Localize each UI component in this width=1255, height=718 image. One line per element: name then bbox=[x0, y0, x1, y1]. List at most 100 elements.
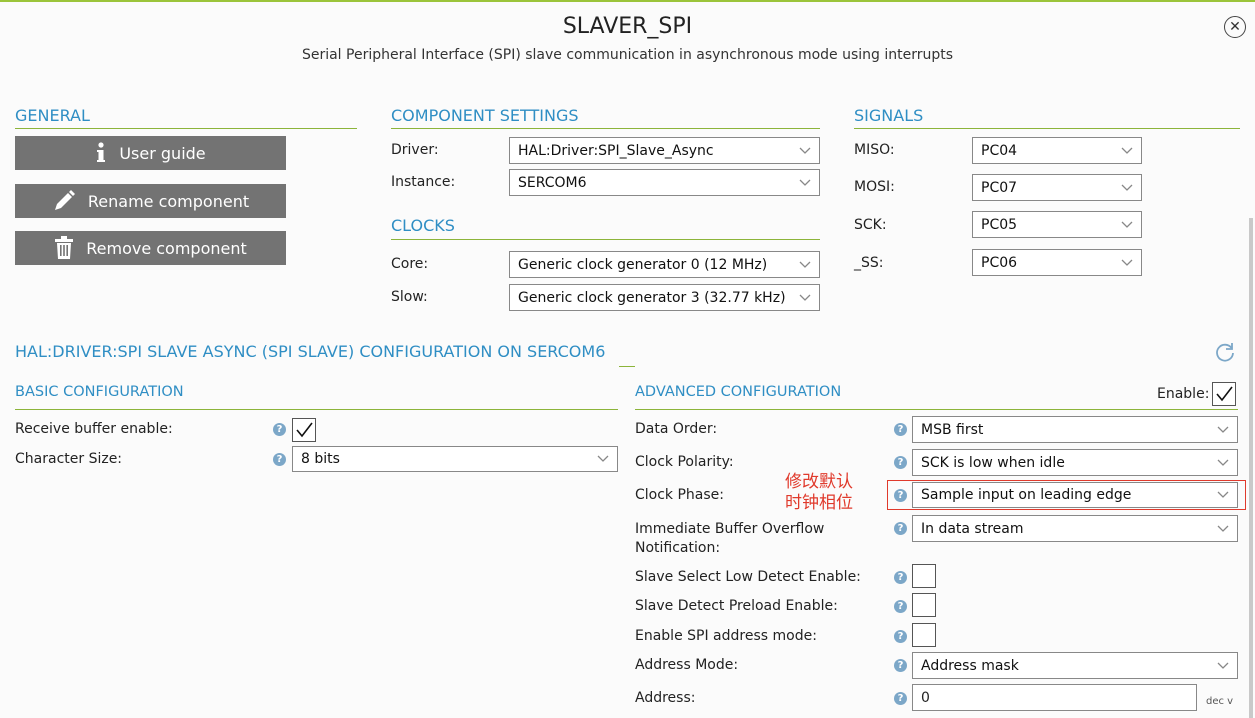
component-settings-heading: COMPONENT SETTINGS bbox=[391, 106, 579, 125]
help-icon[interactable]: ? bbox=[894, 423, 907, 436]
chevron-down-icon bbox=[1217, 459, 1229, 466]
clocks-divider bbox=[391, 239, 820, 240]
advanced-enable-label: Enable: bbox=[1157, 386, 1210, 402]
basic-configuration-heading: BASIC CONFIGURATION bbox=[15, 384, 184, 400]
chevron-down-icon bbox=[799, 294, 811, 301]
signals-heading: SIGNALS bbox=[854, 106, 924, 125]
chevron-down-icon bbox=[1121, 184, 1133, 191]
receive-buffer-label: Receive buffer enable: bbox=[15, 421, 173, 437]
ss-low-detect-label: Slave Select Low Detect Enable: bbox=[635, 569, 861, 585]
address-label: Address: bbox=[635, 690, 696, 706]
help-icon[interactable]: ? bbox=[894, 522, 907, 535]
signal-select-mosi[interactable]: PC07 bbox=[972, 174, 1142, 201]
help-icon[interactable]: ? bbox=[894, 659, 907, 672]
chevron-down-icon bbox=[1121, 259, 1133, 266]
clock-polarity-label: Clock Polarity: bbox=[635, 454, 734, 470]
page-subtitle: Serial Peripheral Interface (SPI) slave … bbox=[301, 47, 954, 63]
address-unit-select[interactable]: dec v bbox=[1206, 696, 1233, 707]
chevron-down-icon bbox=[799, 179, 811, 186]
chevron-down-icon bbox=[1217, 662, 1229, 669]
signal-select-ss[interactable]: PC06 bbox=[972, 249, 1142, 276]
remove-component-label: Remove component bbox=[86, 238, 247, 258]
instance-value: SERCOM6 bbox=[518, 174, 587, 191]
chevron-down-icon bbox=[1217, 491, 1229, 498]
help-icon[interactable]: ? bbox=[894, 489, 907, 502]
general-divider bbox=[15, 128, 357, 129]
slow-clock-select[interactable]: Generic clock generator 3 (32.77 kHz) bbox=[509, 284, 820, 311]
pencil-icon bbox=[54, 190, 75, 210]
signal-label-miso: MISO: bbox=[854, 142, 895, 158]
help-icon[interactable]: ? bbox=[894, 456, 907, 469]
buffer-overflow-label-line-1: Immediate Buffer Overflow bbox=[635, 521, 825, 537]
data-order-label: Data Order: bbox=[635, 421, 718, 437]
chevron-down-icon bbox=[597, 455, 609, 462]
annotation-line-1: 修改默认 bbox=[785, 472, 853, 492]
help-icon[interactable]: ? bbox=[894, 600, 907, 613]
basic-configuration-divider bbox=[15, 409, 618, 410]
checkmark-icon bbox=[1216, 386, 1233, 402]
slow-clock-label: Slow: bbox=[391, 289, 428, 305]
receive-buffer-checkbox[interactable] bbox=[292, 418, 316, 442]
signal-label-mosi: MOSI: bbox=[854, 179, 895, 195]
refresh-icon[interactable] bbox=[1214, 341, 1236, 363]
chevron-down-icon bbox=[1217, 426, 1229, 433]
clock-polarity-value: SCK is low when idle bbox=[921, 454, 1065, 471]
configuration-heading: HAL:DRIVER:SPI SLAVE ASYNC (SPI SLAVE) C… bbox=[15, 342, 606, 361]
signal-select-sck[interactable]: PC05 bbox=[972, 211, 1142, 238]
data-order-select[interactable]: MSB first bbox=[912, 416, 1238, 443]
address-input[interactable]: 0 bbox=[912, 684, 1197, 711]
rename-component-button[interactable]: Rename component bbox=[15, 184, 286, 218]
signal-value-sck: PC05 bbox=[981, 216, 1018, 233]
clock-phase-value: Sample input on leading edge bbox=[921, 487, 1132, 503]
component-settings-divider bbox=[391, 128, 820, 129]
core-clock-value: Generic clock generator 0 (12 MHz) bbox=[518, 256, 768, 273]
signal-value-mosi: PC07 bbox=[981, 179, 1018, 196]
buffer-overflow-label: Immediate Buffer Overflow Notification: bbox=[635, 520, 824, 558]
spi-address-mode-checkbox[interactable] bbox=[912, 623, 936, 647]
clock-phase-select[interactable]: Sample input on leading edge bbox=[912, 482, 1238, 508]
general-heading: GENERAL bbox=[15, 106, 90, 125]
help-icon[interactable]: ? bbox=[894, 630, 907, 643]
scrollbar[interactable] bbox=[1249, 218, 1253, 718]
detect-preload-label: Slave Detect Preload Enable: bbox=[635, 598, 838, 614]
signals-divider bbox=[854, 128, 1240, 129]
signal-select-miso[interactable]: PC04 bbox=[972, 137, 1142, 164]
address-mode-label: Address Mode: bbox=[635, 657, 739, 673]
character-size-select[interactable]: 8 bits bbox=[292, 446, 618, 472]
address-mode-select[interactable]: Address mask bbox=[912, 652, 1238, 679]
help-icon[interactable]: ? bbox=[894, 692, 907, 705]
help-icon[interactable]: ? bbox=[273, 423, 286, 436]
address-value: 0 bbox=[921, 689, 930, 706]
help-icon[interactable]: ? bbox=[273, 453, 286, 466]
instance-select[interactable]: SERCOM6 bbox=[509, 169, 820, 196]
remove-component-button[interactable]: Remove component bbox=[15, 231, 286, 265]
chevron-down-icon bbox=[1121, 147, 1133, 154]
address-mode-value: Address mask bbox=[921, 657, 1019, 674]
character-size-value: 8 bits bbox=[301, 451, 340, 467]
core-clock-select[interactable]: Generic clock generator 0 (12 MHz) bbox=[509, 251, 820, 278]
annotation-line-2: 时钟相位 bbox=[785, 493, 853, 513]
chevron-down-icon bbox=[1121, 221, 1133, 228]
signal-label-sck: SCK: bbox=[854, 217, 887, 233]
advanced-configuration-divider bbox=[635, 409, 1238, 410]
buffer-overflow-value: In data stream bbox=[921, 520, 1024, 537]
buffer-overflow-select[interactable]: In data stream bbox=[912, 515, 1238, 542]
clock-phase-label: Clock Phase: bbox=[635, 487, 725, 503]
detect-preload-checkbox[interactable] bbox=[912, 593, 936, 617]
character-size-label: Character Size: bbox=[15, 451, 123, 467]
driver-select[interactable]: HAL:Driver:SPI_Slave_Async bbox=[509, 137, 820, 164]
close-icon[interactable]: ✕ bbox=[1224, 16, 1246, 38]
slow-clock-value: Generic clock generator 3 (32.77 kHz) bbox=[518, 289, 786, 306]
ss-low-detect-checkbox[interactable] bbox=[912, 564, 936, 588]
clocks-heading: CLOCKS bbox=[391, 216, 455, 235]
clock-polarity-select[interactable]: SCK is low when idle bbox=[912, 449, 1238, 476]
help-icon[interactable]: ? bbox=[894, 571, 907, 584]
chevron-down-icon bbox=[799, 147, 811, 154]
checkmark-icon bbox=[296, 422, 313, 438]
advanced-enable-checkbox[interactable] bbox=[1212, 382, 1236, 406]
signal-label-ss: _SS: bbox=[854, 255, 884, 271]
page-title: SLAVER_SPI bbox=[562, 14, 693, 39]
driver-value: HAL:Driver:SPI_Slave_Async bbox=[518, 142, 714, 159]
user-guide-button[interactable]: User guide bbox=[15, 136, 286, 170]
rename-component-label: Rename component bbox=[87, 191, 250, 211]
